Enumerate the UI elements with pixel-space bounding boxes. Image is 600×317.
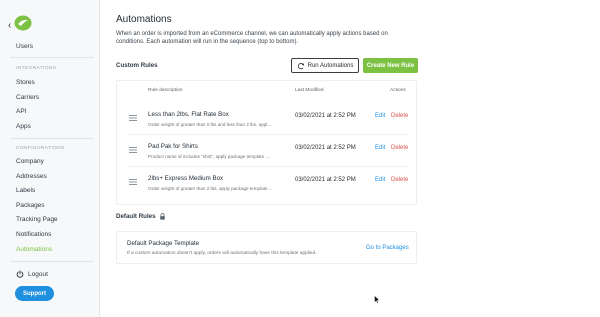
rule-name: Less than 2lbs, Flat Rate Box: [148, 111, 229, 118]
table-row: 2lbs+ Express Medium Box Order weight of…: [117, 166, 416, 198]
sidebar-divider: [10, 138, 94, 139]
mouse-cursor-icon: [374, 295, 380, 304]
rule-description: Order weight of greater than 2 lbs, appl…: [148, 186, 273, 191]
column-header-last-modified: Last Modified: [295, 88, 324, 93]
rule-last-modified: 03/02/2021 at 2:52 PM: [295, 177, 356, 183]
edit-rule-link[interactable]: Edit: [375, 113, 385, 119]
drag-handle-icon[interactable]: [129, 115, 137, 121]
default-package-card: Default Package Template If a custom aut…: [116, 231, 417, 264]
sidebar-item-addresses[interactable]: Addresses: [16, 173, 47, 180]
default-rules-heading: Default Rules: [116, 213, 156, 220]
back-chevron-icon[interactable]: ‹: [8, 20, 11, 31]
configurations-section-label: CONFIGURATIONS: [16, 146, 65, 151]
power-icon: [16, 270, 24, 278]
sidebar-divider: [10, 57, 94, 58]
sidebar-item-company[interactable]: Company: [16, 158, 44, 165]
delete-rule-link[interactable]: Delete: [391, 177, 408, 183]
sidebar-item-api[interactable]: API: [16, 108, 26, 115]
sidebar-divider: [10, 261, 94, 262]
rule-last-modified: 03/02/2021 at 2:52 PM: [295, 145, 356, 151]
custom-rules-table: Rule description Last Modified Actions L…: [116, 80, 417, 205]
table-row: Less than 2lbs, Flat Rate Box Order weig…: [117, 102, 416, 134]
sidebar-item-users[interactable]: Users: [16, 43, 33, 50]
column-header-description: Rule description: [148, 88, 183, 93]
default-package-description: If a custom automation doesn't apply, or…: [127, 251, 317, 256]
table-row: Pad Pak for Shirts Product name of inclu…: [117, 134, 416, 166]
drag-handle-icon[interactable]: [129, 147, 137, 153]
sidebar: ‹ Users INTEGRATIONS Stores Carriers API…: [0, 0, 100, 317]
edit-rule-link[interactable]: Edit: [375, 177, 385, 183]
column-header-actions: Actions: [390, 88, 406, 93]
sidebar-item-notifications[interactable]: Notifications: [16, 231, 51, 238]
sidebar-item-labels[interactable]: Labels: [16, 187, 35, 194]
drag-handle-icon[interactable]: [129, 179, 137, 185]
sidebar-item-automations[interactable]: Automations: [16, 246, 52, 253]
rule-last-modified: 03/02/2021 at 2:52 PM: [295, 113, 356, 119]
sidebar-item-apps[interactable]: Apps: [16, 123, 31, 130]
rule-name: Pad Pak for Shirts: [148, 143, 198, 150]
app-logo-icon[interactable]: [13, 14, 33, 32]
create-new-rule-button[interactable]: Create New Rule: [363, 58, 418, 73]
sidebar-item-carriers[interactable]: Carriers: [16, 94, 39, 101]
run-automations-label: Run Automations: [307, 62, 354, 69]
edit-rule-link[interactable]: Edit: [375, 145, 385, 151]
run-automations-button[interactable]: Run Automations: [291, 58, 359, 73]
go-to-packages-link[interactable]: Go to Packages: [366, 245, 409, 251]
sidebar-item-stores[interactable]: Stores: [16, 79, 35, 86]
logout-label: Logout: [28, 270, 48, 278]
integrations-section-label: INTEGRATIONS: [16, 66, 57, 71]
default-package-title: Default Package Template: [127, 240, 200, 247]
support-button[interactable]: Support: [15, 286, 54, 301]
sidebar-item-packages[interactable]: Packages: [16, 202, 45, 209]
rule-name: 2lbs+ Express Medium Box: [148, 175, 224, 182]
delete-rule-link[interactable]: Delete: [391, 145, 408, 151]
custom-rules-heading: Custom Rules: [116, 62, 158, 69]
page-title: Automations: [116, 14, 172, 25]
lock-icon: [159, 213, 165, 220]
default-rules-heading-group: Default Rules: [116, 213, 166, 220]
refresh-icon: [297, 62, 304, 69]
main-content: Automations When an order is imported fr…: [116, 0, 600, 317]
delete-rule-link[interactable]: Delete: [391, 113, 408, 119]
rule-description: Order weight of greater than 0 lbs and l…: [148, 122, 272, 127]
sidebar-item-tracking-page[interactable]: Tracking Page: [16, 216, 58, 223]
page-description: When an order is imported from an eComme…: [116, 31, 388, 45]
logout-link[interactable]: Logout: [16, 270, 48, 278]
rule-description: Product name of includes "shirt", apply …: [148, 154, 270, 159]
